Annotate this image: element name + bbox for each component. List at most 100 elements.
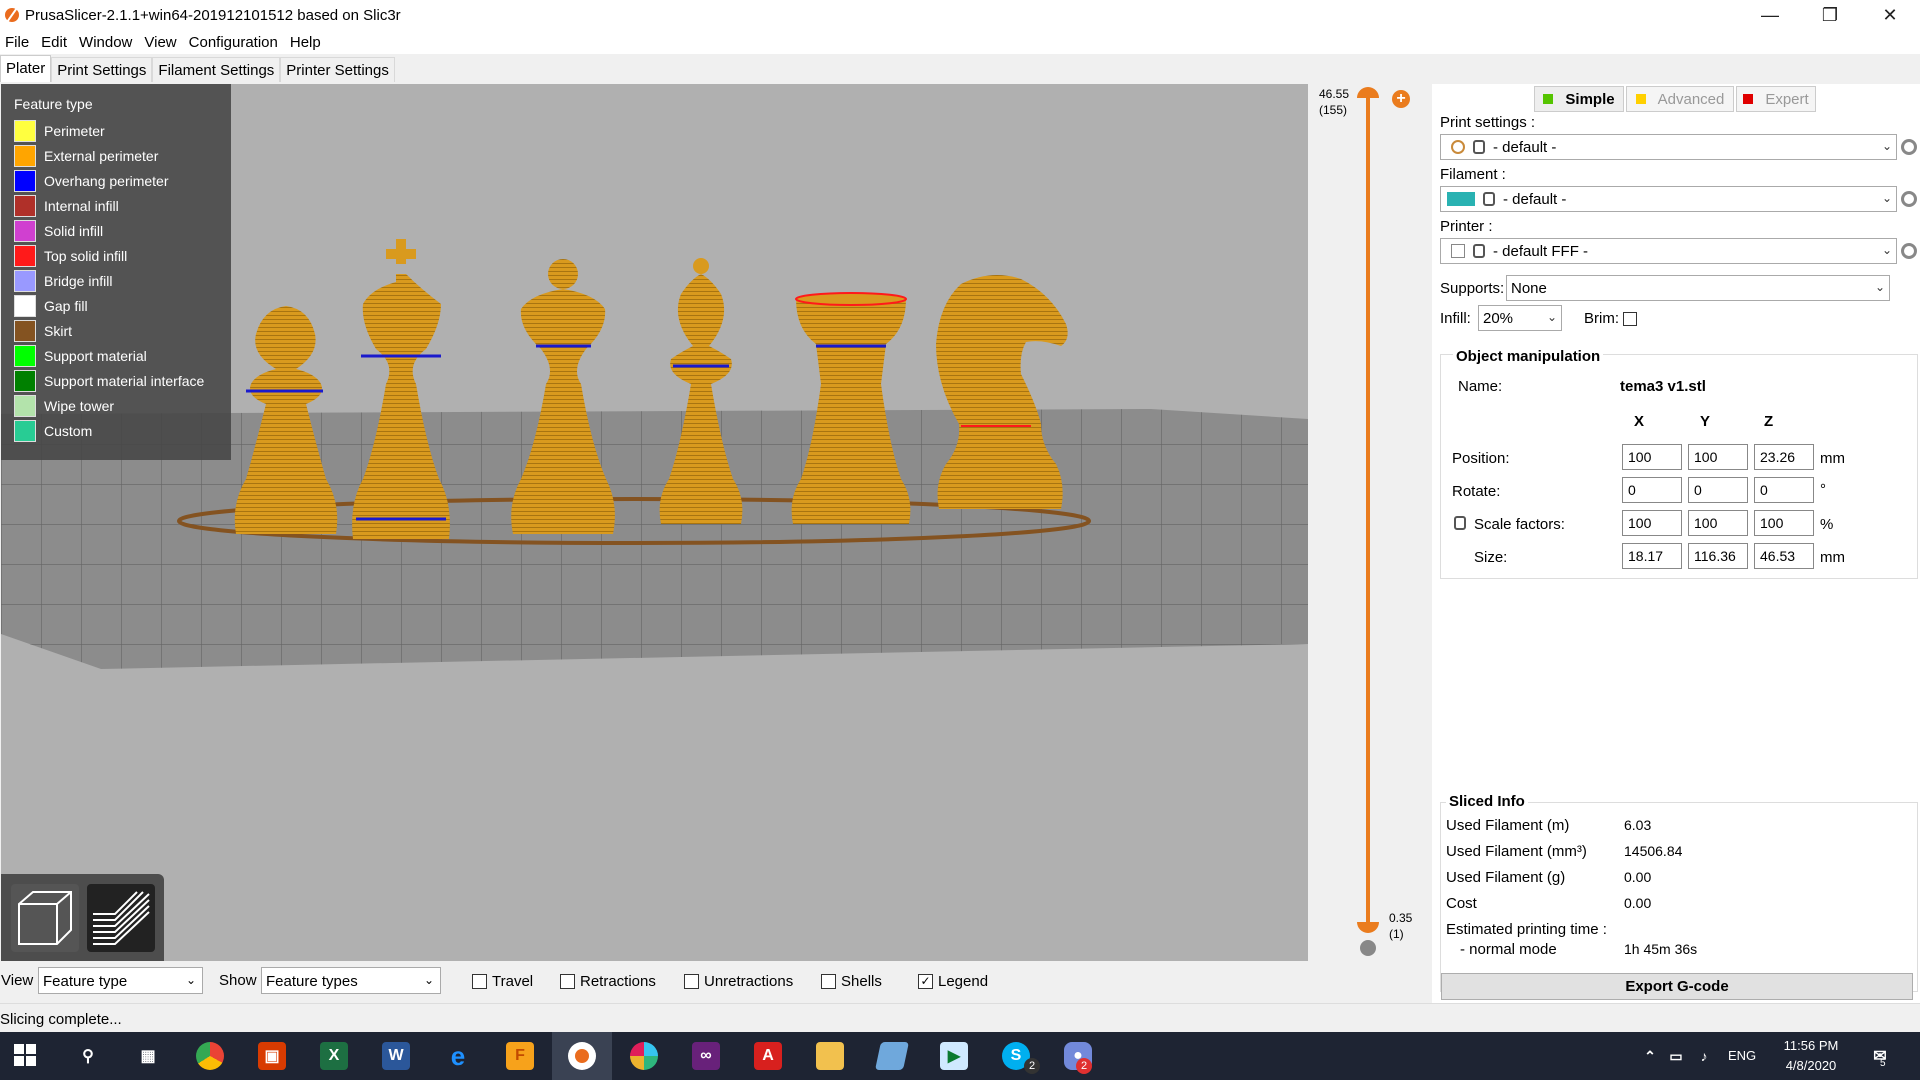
legend-title: Feature type	[14, 96, 93, 112]
battery-icon[interactable]: ▭	[1662, 1042, 1690, 1070]
legend-swatch	[14, 369, 36, 392]
legend-item: Wipe tower	[1, 393, 231, 418]
slider-upper-thumb[interactable]	[1357, 87, 1379, 98]
infill-combo[interactable]: 20% ⌄	[1478, 305, 1562, 331]
file-explorer-icon[interactable]	[816, 1042, 844, 1070]
legend-item: Bridge infill	[1, 268, 231, 293]
rotate-y-input[interactable]: 0	[1688, 477, 1748, 503]
chevron-down-icon: ⌄	[1881, 139, 1892, 153]
legend-swatch	[14, 344, 36, 367]
checkbox-box[interactable]: ✓	[918, 974, 933, 989]
tab-printer-settings[interactable]: Printer Settings	[280, 57, 395, 82]
printer-combo[interactable]: - default FFF - ⌄	[1440, 238, 1897, 264]
language-indicator[interactable]: ENG	[1728, 1048, 1756, 1063]
brim-checkbox[interactable]	[1623, 312, 1637, 326]
3d-view-cube-icon[interactable]	[9, 882, 81, 954]
travel-checkbox[interactable]: Travel	[472, 973, 533, 990]
rotate-z-input[interactable]: 0	[1754, 477, 1814, 503]
filament-gear-icon[interactable]	[1901, 191, 1917, 207]
menu-view[interactable]: View	[139, 34, 183, 51]
axis-x-label: X	[1634, 413, 1645, 430]
knight-piece	[936, 275, 1068, 509]
edge-icon[interactable]: e	[444, 1041, 472, 1071]
windows-start-icon[interactable]	[12, 1042, 38, 1068]
size-z-input[interactable]: 46.53	[1754, 543, 1814, 569]
prusaslicer-taskbar-icon[interactable]	[568, 1042, 596, 1070]
checkbox-box[interactable]	[472, 974, 487, 989]
close-button[interactable]: ✕	[1860, 0, 1920, 30]
slider-bottom-layer: (1)	[1389, 927, 1404, 941]
print-settings-gear-icon[interactable]	[1901, 139, 1917, 155]
gift-icon[interactable]: ▣	[258, 1042, 286, 1070]
visual-studio-icon[interactable]: ∞	[692, 1042, 720, 1070]
checkbox-box[interactable]	[821, 974, 836, 989]
view-type-combo[interactable]: Feature type ⌄	[38, 967, 203, 994]
normal-mode-time: 1h 45m 36s	[1624, 941, 1698, 957]
scale-y-input[interactable]: 100	[1688, 510, 1748, 536]
notes-icon[interactable]	[875, 1042, 909, 1070]
unretractions-checkbox[interactable]: Unretractions	[684, 973, 793, 990]
task-view-icon[interactable]: ▦	[134, 1042, 162, 1070]
rotate-x-input[interactable]: 0	[1622, 477, 1682, 503]
menu-configuration[interactable]: Configuration	[184, 34, 285, 51]
layers-view-icon[interactable]	[85, 882, 157, 954]
tab-print-settings[interactable]: Print Settings	[51, 57, 153, 82]
slack-icon[interactable]	[630, 1042, 658, 1070]
show-features-combo[interactable]: Feature types ⌄	[261, 967, 441, 994]
checkbox-box[interactable]	[560, 974, 575, 989]
minimize-button[interactable]: —	[1740, 0, 1800, 30]
word-icon[interactable]: W	[382, 1042, 410, 1070]
media-player-icon[interactable]: ▶	[940, 1042, 968, 1070]
checkbox-box[interactable]	[684, 974, 699, 989]
scale-z-input[interactable]: 100	[1754, 510, 1814, 536]
menu-window[interactable]: Window	[74, 34, 139, 51]
shells-checkbox[interactable]: Shells	[821, 973, 882, 990]
chrome-icon[interactable]	[196, 1042, 224, 1070]
legend-checkbox[interactable]: ✓ Legend	[918, 973, 988, 990]
chevron-up-icon[interactable]: ⌃	[1636, 1042, 1664, 1070]
filament-combo[interactable]: - default - ⌄	[1440, 186, 1897, 212]
menu-help[interactable]: Help	[285, 34, 328, 51]
mode-advanced-button[interactable]: Advanced	[1626, 86, 1734, 112]
printer-gear-icon[interactable]	[1901, 243, 1917, 259]
position-x-input[interactable]: 100	[1622, 444, 1682, 470]
excel-icon[interactable]: X	[320, 1042, 348, 1070]
layer-slider[interactable]: 46.55 (155) + 0.35 (1)	[1309, 84, 1431, 961]
retractions-checkbox[interactable]: Retractions	[560, 973, 656, 990]
position-y-input[interactable]: 100	[1688, 444, 1748, 470]
menu-edit[interactable]: Edit	[36, 34, 74, 51]
slider-lock-icon[interactable]	[1360, 940, 1376, 956]
mode-simple-button[interactable]: Simple	[1534, 86, 1624, 112]
restore-button[interactable]: ❐	[1800, 0, 1860, 30]
print-settings-combo[interactable]: - default - ⌄	[1440, 134, 1897, 160]
legend-label: Custom	[44, 422, 93, 439]
slider-track[interactable]	[1366, 94, 1370, 924]
scale-x-input[interactable]: 100	[1622, 510, 1682, 536]
chevron-down-icon: ⌄	[1881, 191, 1892, 205]
title-bar: PrusaSlicer-2.1.1+win64-201912101512 bas…	[0, 0, 1920, 30]
menu-file[interactable]: File	[0, 34, 36, 51]
slider-lower-thumb[interactable]	[1357, 922, 1379, 933]
object-name-value: tema3 v1.stl	[1620, 378, 1706, 395]
supports-combo[interactable]: None ⌄	[1506, 275, 1890, 301]
checkbox-label: Shells	[841, 973, 882, 990]
size-y-input[interactable]: 116.36	[1688, 543, 1748, 569]
volume-icon[interactable]: ♪	[1690, 1042, 1718, 1070]
3d-viewport[interactable]: Feature type Perimeter External perimete…	[1, 84, 1308, 961]
scale-lock-icon[interactable]	[1454, 516, 1466, 530]
search-icon[interactable]: ⚲	[74, 1042, 102, 1070]
clock-time[interactable]: 11:56 PM	[1776, 1038, 1846, 1053]
tab-plater[interactable]: Plater	[0, 55, 52, 82]
add-color-change-icon[interactable]: +	[1392, 90, 1410, 108]
sliced-info-value: 6.03	[1624, 817, 1652, 833]
legend-item: Overhang perimeter	[1, 168, 231, 193]
clock-date[interactable]: 4/8/2020	[1776, 1058, 1846, 1073]
acrobat-icon[interactable]: A	[754, 1042, 782, 1070]
tab-filament-settings[interactable]: Filament Settings	[152, 57, 281, 82]
legend-swatch	[14, 294, 36, 317]
export-gcode-button[interactable]: Export G-code	[1441, 973, 1913, 1000]
mode-expert-button[interactable]: Expert	[1736, 86, 1816, 112]
size-x-input[interactable]: 18.17	[1622, 543, 1682, 569]
fusion-icon[interactable]: F	[506, 1042, 534, 1070]
position-z-input[interactable]: 23.26	[1754, 444, 1814, 470]
